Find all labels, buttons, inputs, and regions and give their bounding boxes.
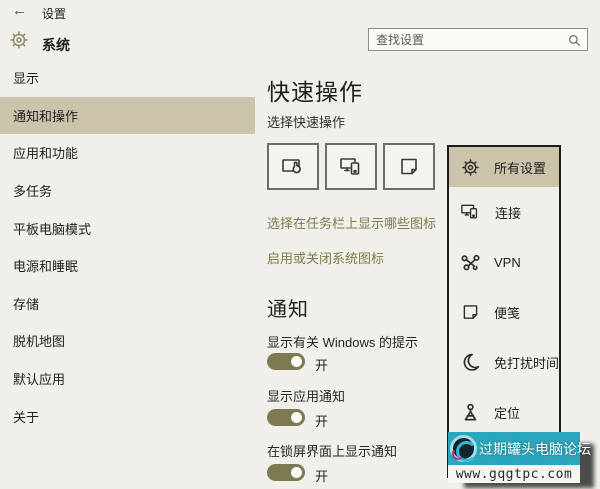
toggle-knob (291, 467, 302, 478)
flyout-item-note[interactable]: 便笺 (449, 287, 559, 337)
quick-actions-subtitle: 选择快速操作 (267, 115, 346, 130)
gear-icon (8, 29, 30, 51)
flyout-item-label: 所有设置 (494, 160, 547, 176)
sidebar-item-tablet-mode[interactable]: 平板电脑模式 (0, 209, 255, 247)
flyout-item-label: 定位 (494, 405, 521, 421)
system-icons-link[interactable]: 启用或关闭系统图标 (267, 248, 384, 267)
quick-action-tiles (267, 143, 435, 190)
sticky-note-icon (460, 302, 481, 323)
watermark-url-band: www.gqgtpc.com (448, 465, 580, 483)
flyout-item-connect[interactable]: 连接 (449, 187, 559, 237)
moon-icon (460, 352, 481, 373)
back-arrow-icon[interactable]: ← (12, 2, 27, 19)
quick-action-tile-tablet-mode[interactable] (267, 143, 319, 190)
connect-icon (338, 155, 364, 179)
sidebar-item-multitasking[interactable]: 多任务 (0, 172, 255, 210)
flyout-item-label: 便笺 (494, 305, 521, 321)
vpn-icon (460, 252, 481, 273)
tablet-mode-icon (280, 155, 306, 179)
sidebar-item-apps-features[interactable]: 应用和功能 (0, 134, 255, 172)
watermark-logo-icon (450, 435, 477, 462)
search-box (368, 28, 588, 51)
sidebar-item-notifications-actions[interactable]: 通知和操作 (0, 96, 255, 135)
watermark-site-url: www.gqgtpc.com (455, 466, 573, 482)
titlebar: ← 设置 (0, 0, 600, 24)
toggle-label-windows-tips: 显示有关 Windows 的提示 (267, 335, 418, 350)
toggle-state-app-notifications: 开 (315, 414, 329, 429)
page-title: 系统 (42, 37, 70, 53)
app-title: 设置 (42, 7, 67, 21)
watermark: 过期罐头电脑论坛 www.gqgtpc.com (448, 432, 594, 488)
sidebar-item-offline-maps[interactable]: 脱机地图 (0, 322, 255, 360)
flyout-item-label: 免打扰时间 (494, 355, 560, 371)
toggle-knob (291, 412, 302, 423)
toggle-state-lockscreen-notifications: 开 (315, 469, 329, 484)
quick-action-tile-connect[interactable] (325, 143, 377, 190)
quick-action-tile-note[interactable] (383, 143, 435, 190)
sidebar: 显示 通知和操作 应用和功能 多任务 平板电脑模式 电源和睡眠 存储 脱机地图 … (0, 59, 255, 435)
toggle-lockscreen-notifications[interactable] (267, 464, 305, 481)
flyout-item-vpn[interactable]: VPN (449, 237, 559, 287)
sidebar-item-about[interactable]: 关于 (0, 397, 255, 435)
flyout-item-label: 连接 (495, 205, 522, 221)
watermark-banner: 过期罐头电脑论坛 (448, 432, 591, 465)
toggle-knob (291, 356, 302, 367)
search-icon[interactable] (567, 33, 582, 48)
quick-actions-title: 快速操作 (267, 79, 363, 105)
toggle-state-windows-tips: 开 (315, 358, 329, 373)
quick-actions-flyout: 所有设置 连接 VPN 便笺 免打扰时间 定位 (447, 145, 561, 478)
nav-header: 系统 (0, 28, 255, 58)
flyout-item-label: VPN (494, 254, 521, 270)
toggle-windows-tips[interactable] (267, 353, 305, 370)
taskbar-icons-link[interactable]: 选择在任务栏上显示哪些图标 (267, 213, 436, 232)
sidebar-item-power-sleep[interactable]: 电源和睡眠 (0, 247, 255, 285)
toggle-label-lockscreen-notifications: 在锁屏界面上显示通知 (267, 444, 398, 459)
connect-icon (460, 202, 482, 222)
watermark-site-name: 过期罐头电脑论坛 (479, 440, 591, 457)
sticky-note-icon (397, 155, 421, 179)
location-icon (460, 402, 481, 423)
search-input[interactable] (369, 29, 587, 50)
toggle-app-notifications[interactable] (267, 409, 305, 426)
sidebar-item-default-apps[interactable]: 默认应用 (0, 360, 255, 398)
sidebar-item-storage[interactable]: 存储 (0, 285, 255, 323)
flyout-item-location[interactable]: 定位 (449, 387, 559, 437)
settings-window: ← 设置 系统 显示 通知和操作 应用和功能 多任务 平板电脑模式 电源和睡眠 … (0, 0, 600, 489)
toggle-label-app-notifications: 显示应用通知 (267, 389, 346, 404)
flyout-item-quiet-hours[interactable]: 免打扰时间 (449, 337, 559, 387)
gear-icon (460, 157, 481, 178)
flyout-item-all-settings[interactable]: 所有设置 (449, 147, 559, 187)
notifications-title: 通知 (267, 299, 309, 321)
sidebar-item-display[interactable]: 显示 (0, 59, 255, 97)
